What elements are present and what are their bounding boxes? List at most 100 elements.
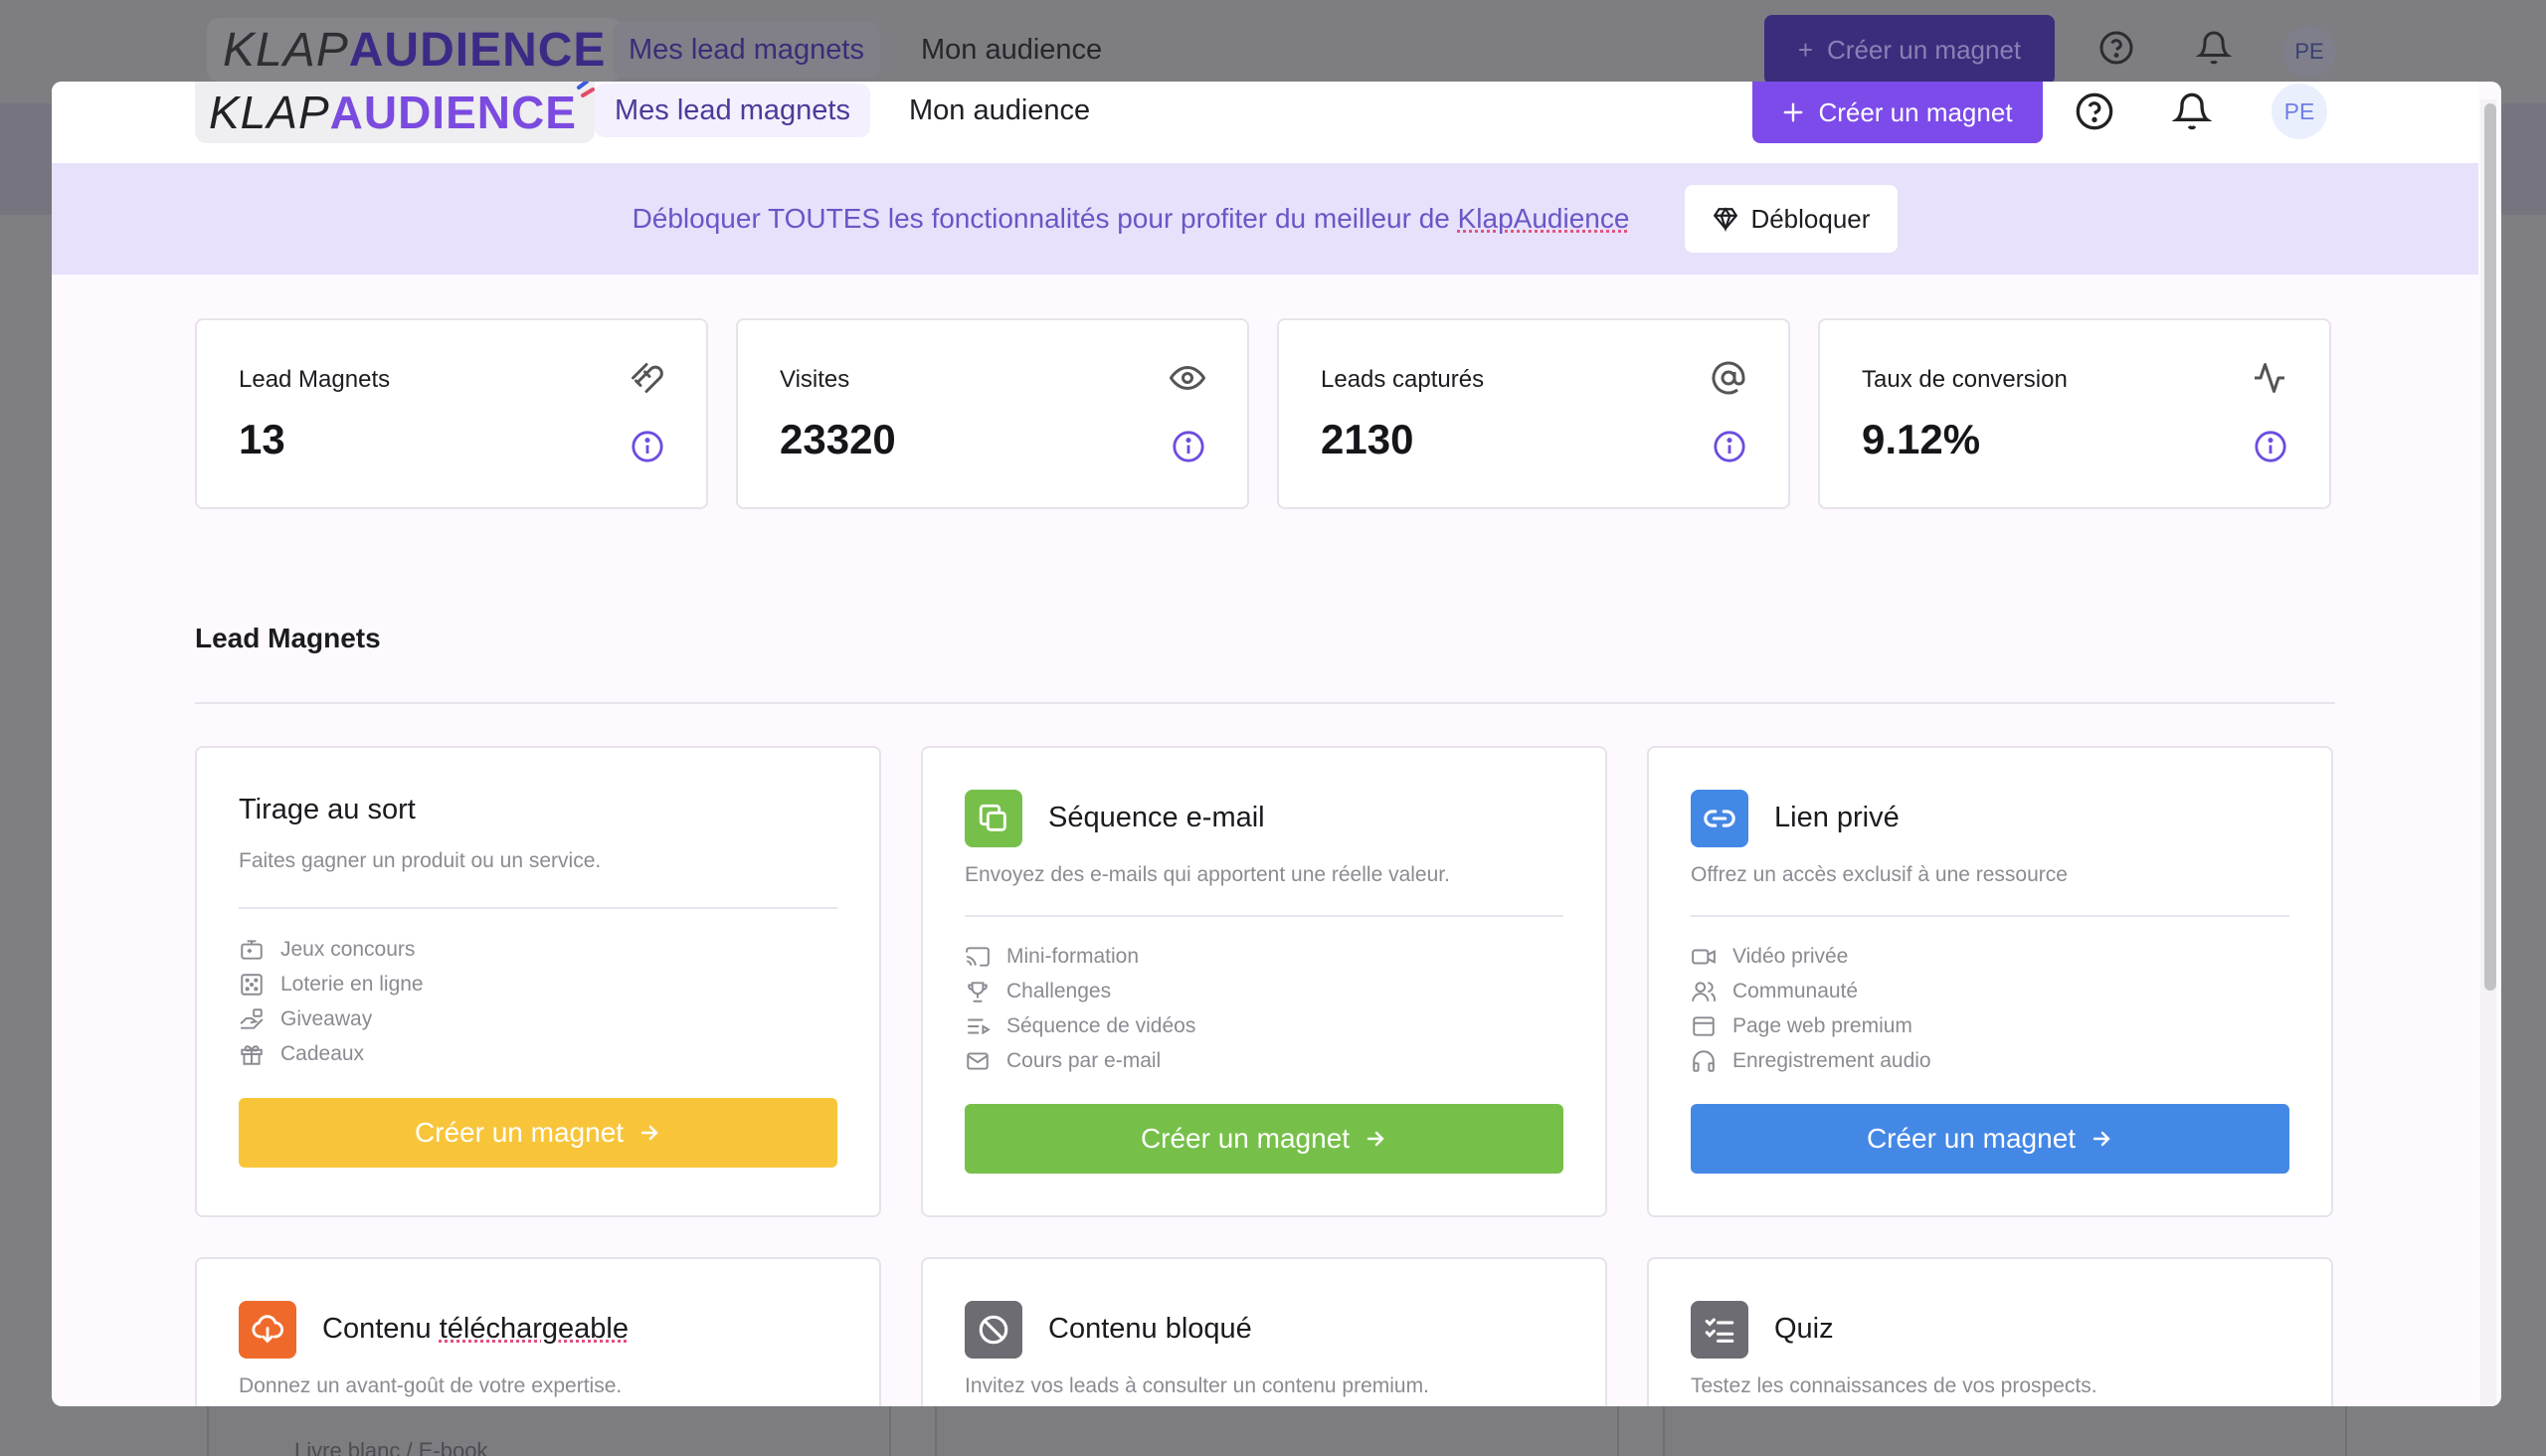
upgrade-banner: Débloquer TOUTES les fonctionnalités pou… [52,163,2478,274]
feature-item: Loterie en ligne [239,972,424,998]
feature-label: Cadeaux [280,1042,364,1066]
card-sequence-email: Séquence e-mail Envoyez des e-mails qui … [921,746,1607,1217]
feature-item: Jeux concours [239,937,415,963]
card-contenu-bloque: Contenu bloqué Invitez vos leads à consu… [921,1257,1607,1406]
background-create-button: + Créer un magnet [1764,15,2055,85]
card-title: Tirage au sort [239,794,416,826]
card-divider [239,907,837,909]
background-nav-audience: Mon audience [921,22,1102,78]
card-lien-prive: Lien privé Offrez un accès exclusif à un… [1647,746,2333,1217]
section-title: Lead Magnets [195,623,381,654]
card-title-prefix: Contenu [322,1313,440,1345]
users-icon [1691,979,1717,1004]
feature-label: Cours par e-mail [1006,1049,1161,1073]
logo-spark-icon [573,82,597,103]
feature-label: Enregistrement audio [1732,1049,1931,1073]
info-icon[interactable] [1713,430,1746,463]
info-icon[interactable] [2254,430,2287,463]
background-logo-part2: AUDIENCE [349,23,607,78]
stat-card-leads: Leads capturés 2130 [1277,318,1790,509]
create-magnet-button[interactable]: Créer un magnet [1691,1104,2289,1174]
app-window: KLAP AUDIENCE Mes lead magnets Mon audien… [52,82,2501,1406]
stat-label: Visites [780,366,849,394]
feature-item: Giveaway [239,1006,372,1032]
avatar[interactable]: PE [2272,84,2327,139]
scrollbar-thumb[interactable] [2484,103,2496,991]
create-magnet-label: Créer un magnet [1141,1123,1350,1155]
cast-icon [965,944,991,970]
create-magnet-label: Créer un magnet [1867,1123,2076,1155]
at-icon [1711,360,1746,396]
card-title: Séquence e-mail [1048,802,1265,834]
stat-card-lead-magnets: Lead Magnets 13 [195,318,708,509]
stat-value: 9.12% [1862,416,1980,463]
unlock-button-label: Débloquer [1750,204,1870,235]
feature-label: Séquence de vidéos [1006,1014,1195,1038]
feature-item: Enregistrement audio [1691,1048,1931,1074]
logo-part1: KLAP [209,86,330,139]
info-icon[interactable] [631,430,664,463]
magnet-icon [629,360,664,396]
create-magnet-button[interactable]: Créer un magnet [239,1098,837,1168]
card-title-underlined: téléchargeable [440,1313,629,1345]
feature-item: Challenges [965,979,1111,1004]
background-nav-lead-magnets: Mes lead magnets [613,22,880,78]
card-divider [1691,915,2289,917]
card-description: Faites gagner un produit ou un service. [239,849,601,873]
blocked-icon [965,1301,1022,1359]
create-magnet-label: Créer un magnet [415,1117,624,1149]
section-divider [195,702,2335,704]
feature-label: Communauté [1732,980,1858,1003]
create-magnet-button[interactable]: Créer un magnet [1752,82,2043,143]
card-description: Invitez vos leads à consulter un contenu… [965,1374,1429,1398]
help-icon[interactable] [2075,91,2114,131]
feature-item: Cours par e-mail [965,1048,1161,1074]
background-logo: KLAP AUDIENCE [207,18,622,82]
create-magnet-button[interactable]: Créer un magnet [965,1104,1563,1174]
upgrade-banner-brand: KlapAudience [1458,203,1630,234]
card-title: Lien privé [1774,802,1900,834]
checklist-icon [1691,1301,1748,1359]
bell-icon [2196,30,2232,66]
card-description: Offrez un accès exclusif à une ressource [1691,863,2068,887]
arrow-right-icon [2090,1127,2113,1151]
feature-item: Vidéo privée [1691,944,1848,970]
feature-item: Cadeaux [239,1041,364,1067]
background-logo-part1: KLAP [223,23,349,78]
link-icon [1691,790,1748,847]
feature-label: Vidéo privée [1732,945,1848,969]
bell-icon[interactable] [2172,91,2212,131]
feature-label: Jeux concours [280,938,415,962]
stat-card-visits: Visites 23320 [736,318,1249,509]
card-description: Donnez un avant-goût de votre expertise. [239,1374,622,1398]
video-icon [1691,944,1717,970]
gamepad-icon [239,937,265,963]
eye-icon [1170,360,1205,396]
hand-gift-icon [239,1006,265,1032]
trophy-icon [965,979,991,1004]
nav-audience[interactable]: Mon audience [909,84,1090,137]
stat-card-conversion: Taux de conversion 9.12% [1818,318,2331,509]
cloud-download-icon [239,1301,296,1359]
upgrade-banner-text: Débloquer TOUTES les fonctionnalités pou… [633,203,1630,235]
info-icon[interactable] [1172,430,1205,463]
top-navigation: KLAP AUDIENCE Mes lead magnets Mon audien… [52,82,2478,163]
card-contenu-telechargeable: Contenu téléchargeable Donnez un avant-g… [195,1257,881,1406]
background-card-feature: Livre blanc / E-book [294,1438,487,1456]
stat-label: Lead Magnets [239,366,390,394]
arrow-right-icon [1364,1127,1387,1151]
card-tirage-au-sort: Tirage au sort Faites gagner un produit … [195,746,881,1217]
stat-value: 2130 [1321,416,1413,463]
headphones-icon [1691,1048,1717,1074]
nav-lead-magnets[interactable]: Mes lead magnets [595,84,870,137]
logo[interactable]: KLAP AUDIENCE [195,82,595,143]
unlock-button[interactable]: Débloquer [1685,185,1898,253]
stat-value: 13 [239,416,285,463]
feature-label: Page web premium [1732,1014,1912,1038]
pulse-icon [2252,360,2287,396]
card-title: Quiz [1774,1313,1834,1346]
feature-item: Page web premium [1691,1013,1912,1039]
feature-item: Communauté [1691,979,1858,1004]
card-description: Testez les connaissances de vos prospect… [1691,1374,2097,1398]
plus-icon: + [1798,35,1813,66]
